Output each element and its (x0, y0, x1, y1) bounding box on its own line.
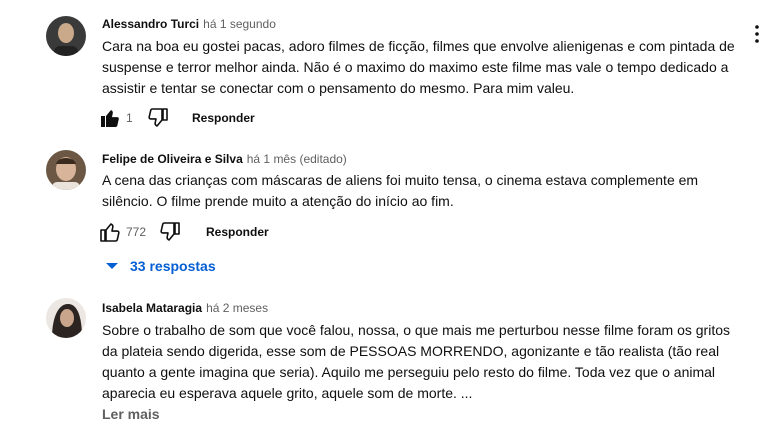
comment-timestamp[interactable]: há 1 segundo (203, 17, 276, 31)
comment-line: quanto a gente imagina que seria). Aquil… (102, 364, 716, 380)
comment-actions: 772 Responder (98, 220, 398, 244)
thumb-up-icon (100, 223, 120, 242)
comment-header: Felipe de Oliveira e Silva há 1 mês (edit… (102, 151, 347, 167)
like-count: 1 (126, 111, 133, 125)
comment-actions: 1 Responder (98, 106, 398, 130)
replies-count-label: 33 respostas (130, 258, 216, 274)
author-name[interactable]: Felipe de Oliveira e Silva (102, 152, 243, 166)
comment-header: Alessandro Turci há 1 segundo (102, 16, 276, 32)
avatar[interactable] (46, 298, 86, 338)
read-more-button[interactable]: Ler mais (102, 406, 160, 422)
thumb-down-icon (148, 108, 168, 127)
comment-text: A cena das crianças com máscaras de alie… (102, 170, 698, 212)
comment-timestamp[interactable]: há 2 meses (206, 301, 268, 315)
comment-line: assistir e tentar se conectar com o pens… (102, 80, 575, 96)
author-name[interactable]: Alessandro Turci (102, 17, 199, 31)
comment-text: Cara na boa eu gostei pacas, adoro filme… (102, 36, 735, 99)
comment-menu-button[interactable] (745, 22, 769, 46)
chevron-down-icon (106, 263, 118, 269)
like-button[interactable] (98, 220, 122, 244)
avatar[interactable] (46, 16, 86, 56)
comment-line: da plateia sendo digerida, esse som de P… (102, 343, 720, 359)
reply-button[interactable]: Responder (192, 106, 255, 130)
comment-line: aparecia eu esperava aquele grito, aquel… (102, 385, 473, 401)
comment-line: silêncio. O filme prende muito a atenção… (102, 193, 454, 209)
comment-line: suspense e terror melhor ainda. Não é o … (102, 59, 729, 75)
comment-header: Isabela Mataragia há 2 meses (102, 300, 268, 316)
like-button[interactable] (98, 106, 122, 130)
dislike-button[interactable] (158, 220, 182, 244)
more-vert-icon (755, 25, 759, 43)
thumb-down-icon (160, 222, 180, 241)
comment-line: Cara na boa eu gostei pacas, adoro filme… (102, 38, 735, 54)
comment-text: Sobre o trabalho de som que você falou, … (102, 320, 730, 404)
dislike-button[interactable] (146, 106, 170, 130)
comment-line: Sobre o trabalho de som que você falou, … (102, 322, 731, 338)
view-replies-button[interactable]: 33 respostas (100, 248, 216, 284)
thumb-up-icon (101, 110, 119, 127)
avatar[interactable] (46, 150, 86, 190)
like-count: 772 (126, 225, 147, 239)
comment-timestamp[interactable]: há 1 mês (editado) (247, 152, 347, 166)
author-name[interactable]: Isabela Mataragia (102, 301, 202, 315)
reply-button[interactable]: Responder (206, 220, 269, 244)
comment-line: A cena das crianças com máscaras de alie… (102, 172, 699, 188)
